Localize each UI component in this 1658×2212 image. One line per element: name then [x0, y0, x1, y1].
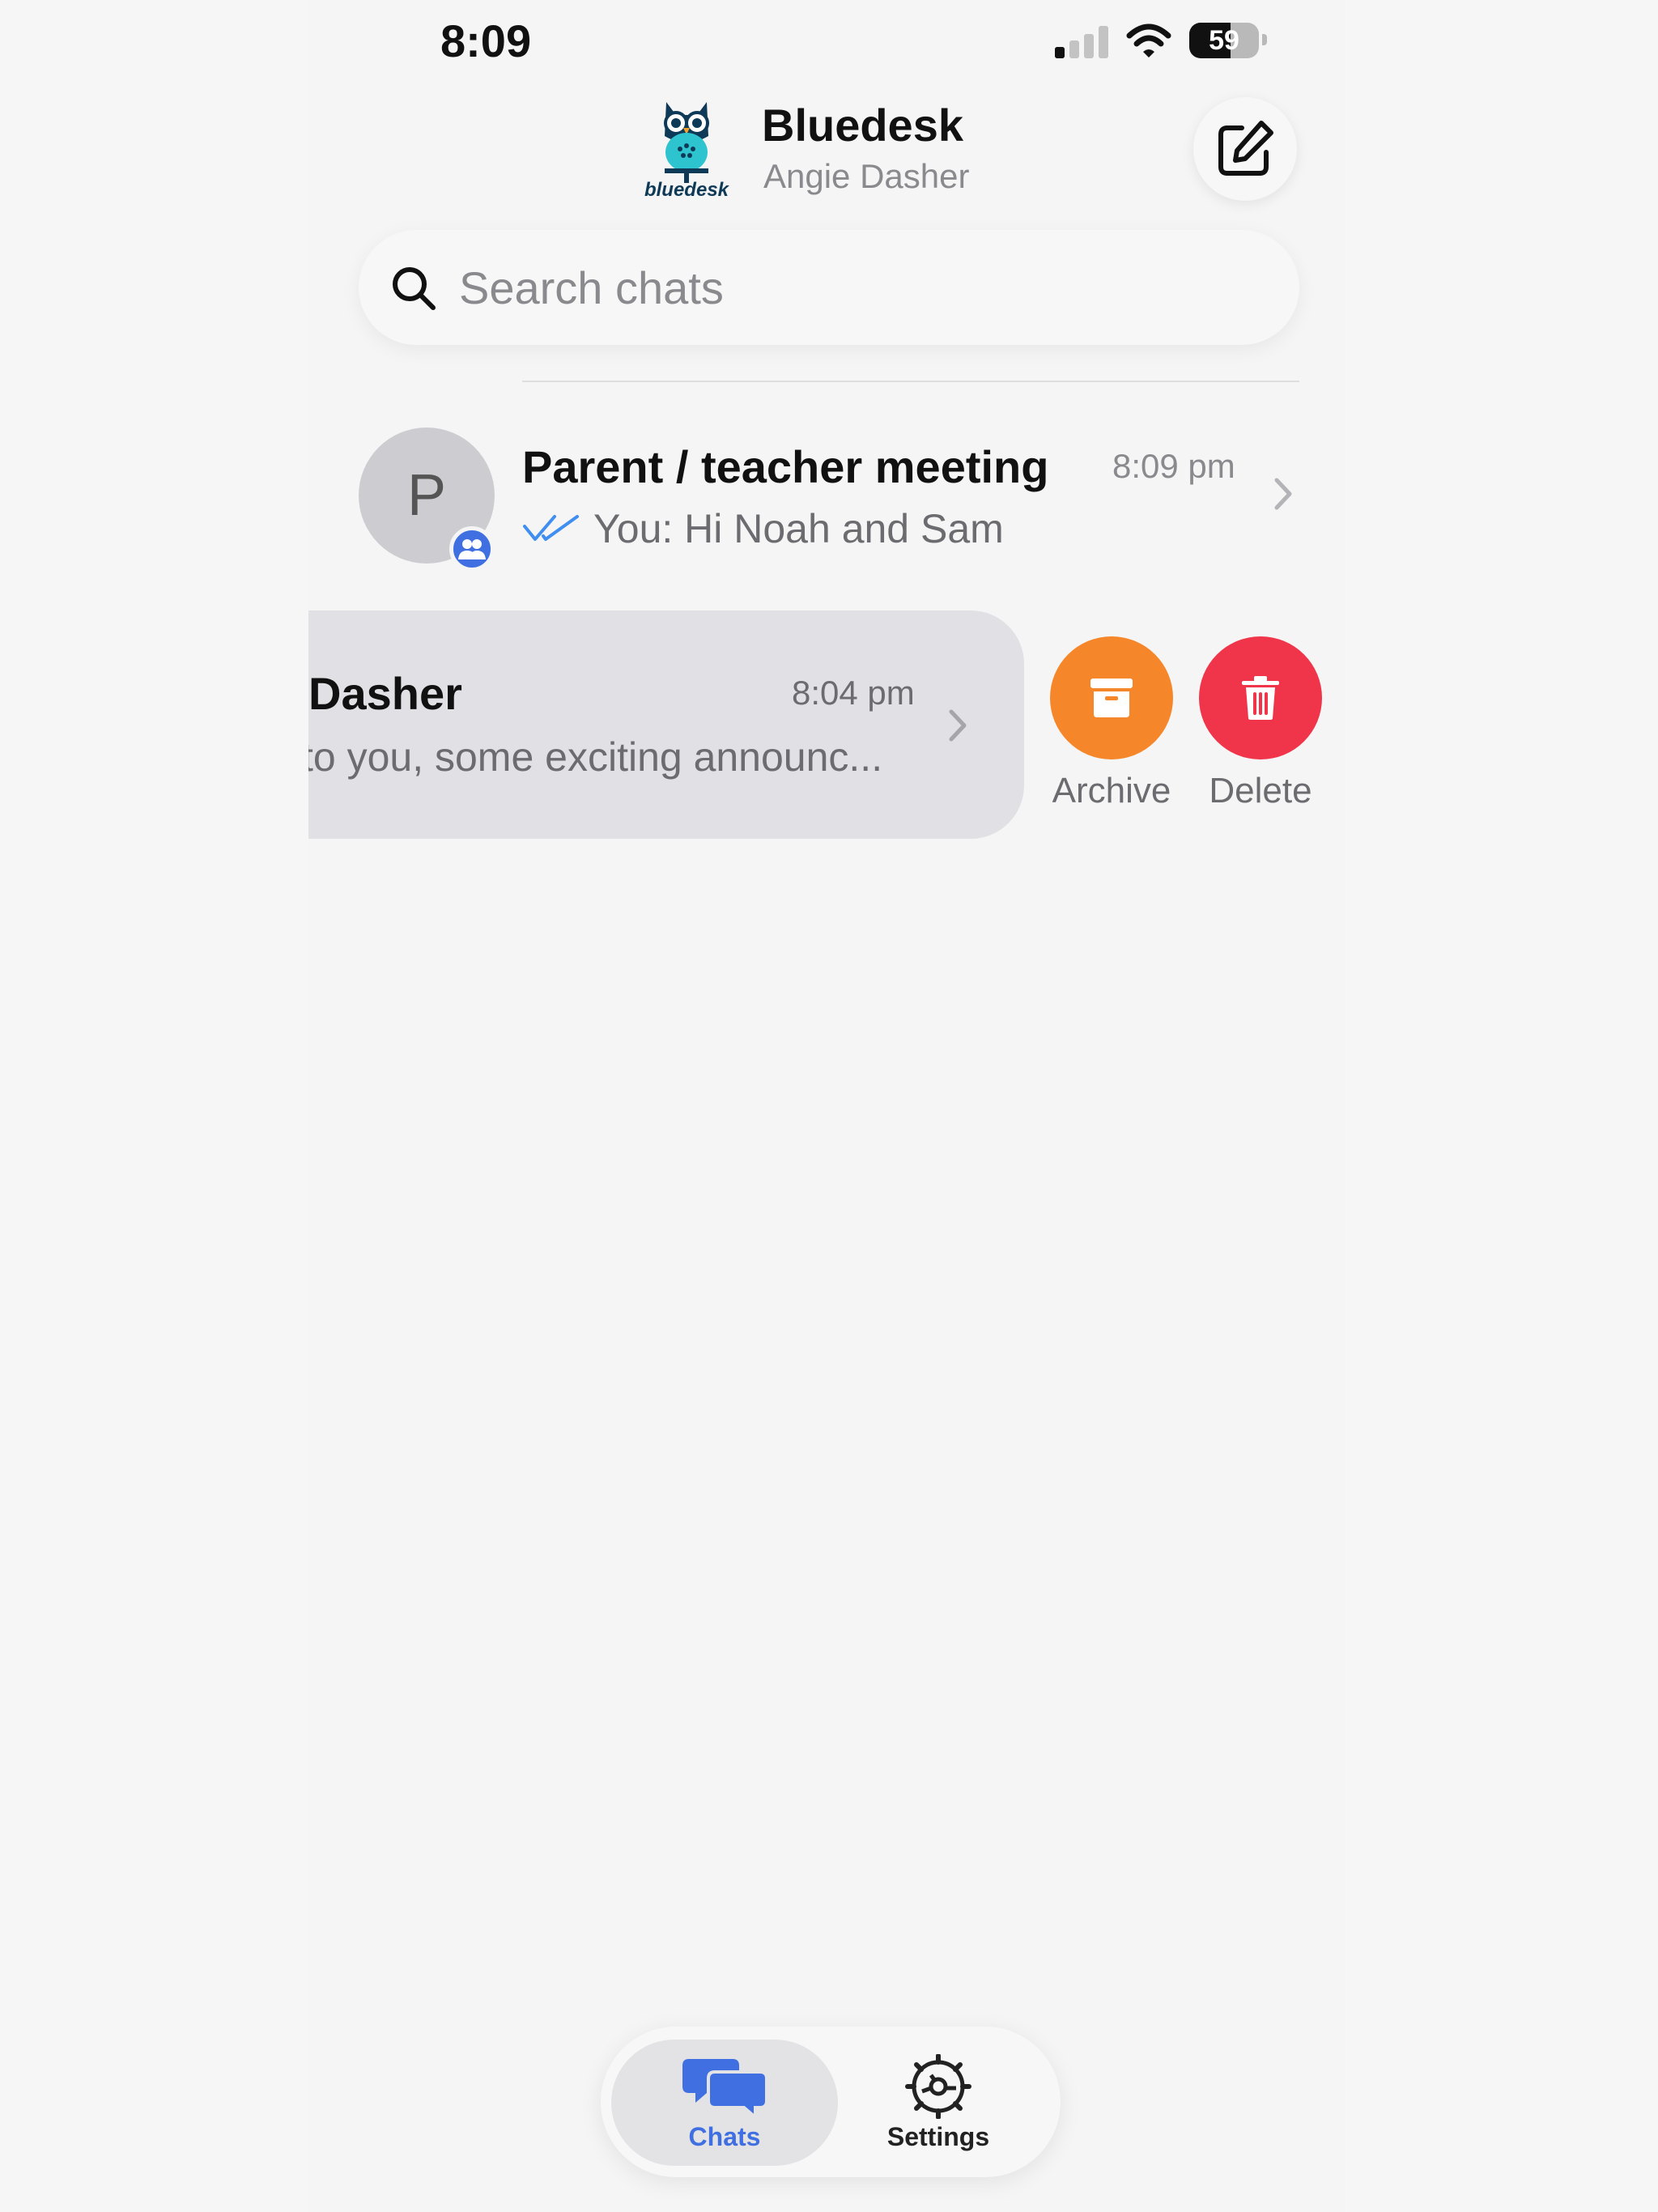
delete-label: Delete [1209, 771, 1312, 810]
logo-wordmark: bluedesk [644, 179, 730, 201]
battery-icon: 59 [1189, 23, 1259, 58]
tab-bar: Chats Settings [601, 2027, 1061, 2177]
chat-timestamp: 8:09 pm [1112, 447, 1235, 485]
archive-action[interactable]: Archive [1050, 636, 1173, 811]
app-screen: 8:09 59 bluedesk Bluedesk Angie Dasher S… [308, 0, 1346, 2212]
app-title: Bluedesk [762, 100, 963, 151]
list-divider [522, 381, 1299, 382]
chevron-right-icon [1274, 478, 1292, 510]
chevron-right-icon [949, 709, 967, 742]
delete-button[interactable] [1199, 636, 1322, 759]
chat-row-dasher-swiped[interactable]: Dasher 8:04 pm to you, some exciting ann… [308, 610, 1024, 839]
chat-title: Parent / teacher meeting [522, 441, 1049, 492]
trash-icon [1242, 676, 1279, 720]
double-check-read-icon [523, 515, 579, 541]
tab-chats[interactable]: Chats [611, 2040, 838, 2166]
gear-icon [905, 2054, 971, 2119]
tab-settings[interactable]: Settings [825, 2040, 1052, 2166]
battery-percentage: 59 [1209, 25, 1239, 56]
left-margin [0, 0, 308, 2212]
compose-button[interactable] [1193, 97, 1297, 201]
search-input[interactable] [459, 254, 1269, 321]
group-chat-badge [449, 526, 495, 572]
search-icon [393, 267, 436, 310]
chat-last-message: to you, some exciting announc... [308, 734, 883, 780]
compose-icon [1218, 121, 1273, 176]
current-user-name: Angie Dasher [763, 157, 970, 195]
tab-label: Chats [688, 2122, 761, 2151]
chat-last-message: You: Hi Noah and Sam [593, 506, 1004, 551]
tab-label: Settings [886, 2122, 990, 2151]
archive-label: Archive [1052, 771, 1171, 810]
archive-box-icon [1090, 678, 1133, 717]
right-margin [1346, 0, 1658, 2212]
bluedesk-owl-logo: bluedesk [644, 102, 730, 201]
status-icons: 59 [1055, 21, 1298, 70]
delete-action[interactable]: Delete [1199, 636, 1322, 811]
archive-button[interactable] [1050, 636, 1173, 759]
chat-bubbles-icon [682, 2059, 767, 2119]
chat-title: Dasher [308, 668, 462, 719]
wifi-icon [1126, 23, 1171, 57]
chat-row-parent-teacher-meeting[interactable]: P Parent / teacher meeting 8:09 pm You: … [308, 421, 1346, 572]
battery-nub [1262, 34, 1267, 45]
chat-timestamp: 8:04 pm [792, 674, 915, 712]
status-time: 8:09 [440, 15, 532, 66]
group-people-icon [458, 539, 486, 559]
cellular-signal-icon [1055, 26, 1108, 58]
search-bar[interactable] [359, 230, 1299, 345]
